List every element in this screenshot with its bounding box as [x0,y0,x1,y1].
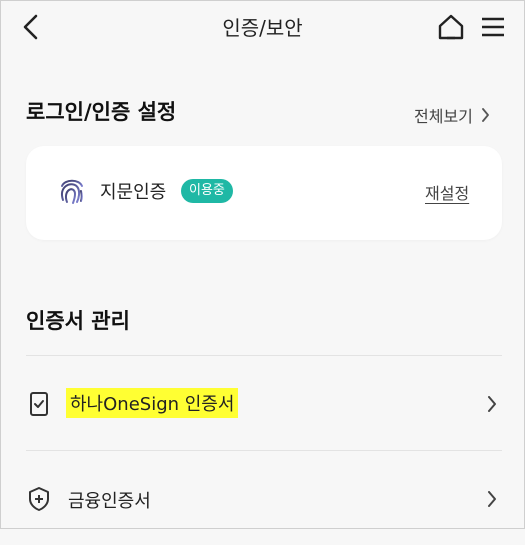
chevron-right-icon [488,491,496,507]
view-all-link[interactable]: 전체보기 [414,103,490,127]
list-item-label: 하나OneSign 인증서 [66,388,239,418]
fingerprint-auth-label: 지문인증 [100,182,167,203]
list-item-hana-onesign-certificate[interactable]: 하나OneSign 인증서 [26,356,502,450]
fingerprint-icon [61,179,83,204]
shield-plus-icon [29,487,49,511]
list-item-financial-certificate[interactable]: 금융인증서 [26,451,502,545]
fingerprint-card: 지문인증 이용중 재설정 [26,146,502,240]
certificate-management-heading: 인증서 관리 [26,309,130,333]
login-auth-settings-heading: 로그인/인증 설정 [26,100,177,124]
home-icon [438,14,464,40]
certificate-check-icon [30,392,48,416]
reset-link[interactable]: 재설정 [425,180,469,204]
status-badge: 이용중 [181,179,233,203]
menu-button[interactable] [476,10,510,44]
chevron-right-icon [488,396,496,412]
home-button[interactable] [434,10,468,44]
view-all-label: 전체보기 [414,107,473,126]
app-header: 인증/보안 [0,0,525,54]
chevron-right-icon [481,108,489,122]
list-item-label: 금융인증서 [68,491,151,512]
hamburger-menu-icon [482,17,504,37]
